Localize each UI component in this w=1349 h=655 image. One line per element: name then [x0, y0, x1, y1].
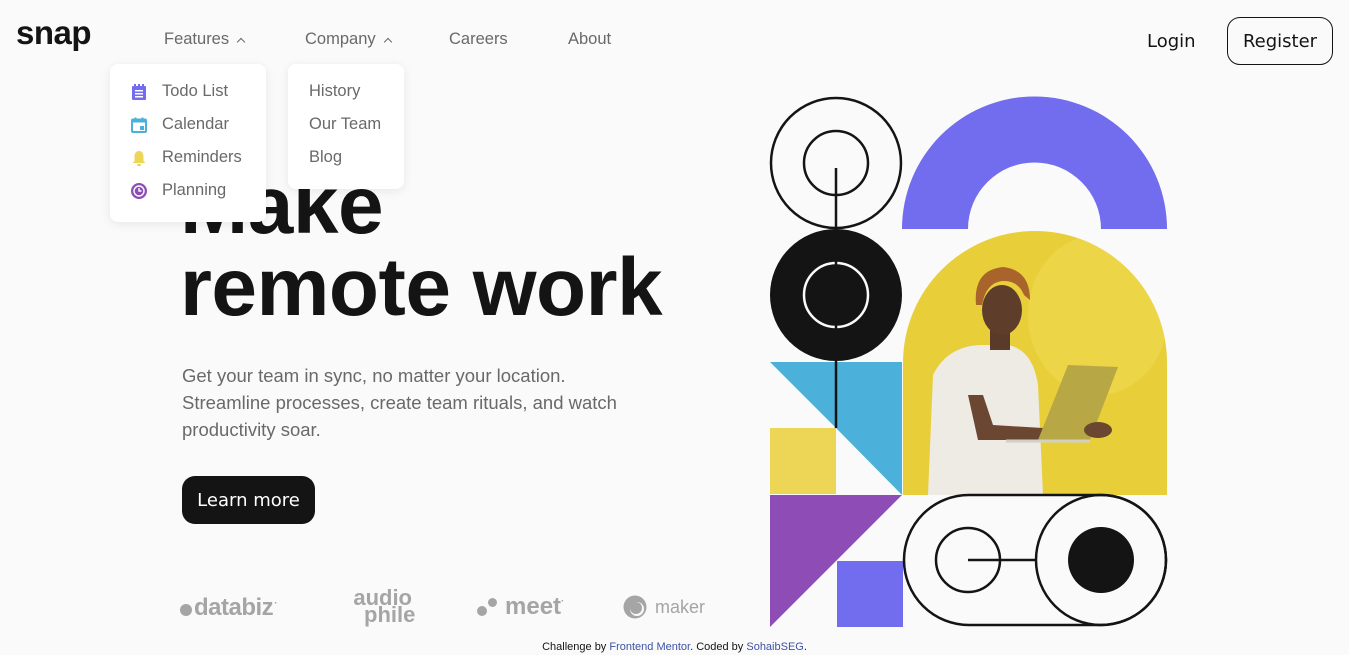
nav-features-label: Features: [164, 30, 230, 48]
client-logo-meet: meet ·: [477, 593, 564, 621]
nav-company-label: Company: [305, 30, 376, 48]
person-photo: [903, 231, 1167, 495]
menu-item-our-team[interactable]: Our Team: [309, 115, 381, 134]
attribution: Challenge by Frontend Mentor. Coded by S…: [542, 641, 807, 653]
chevron-up-icon: [236, 37, 246, 47]
meet-dots-icon: [477, 596, 499, 618]
hero-illustration: [769, 96, 1168, 627]
login-link[interactable]: Login: [1147, 31, 1196, 52]
features-dropdown: Todo List Calendar Reminders Planning: [110, 64, 266, 222]
register-button[interactable]: Register: [1227, 17, 1333, 65]
hero-title-line-2: remote work: [180, 242, 663, 333]
black-dot: [1068, 527, 1134, 593]
menu-item-label: Reminders: [162, 148, 242, 166]
maker-icon: [623, 595, 647, 619]
menu-item-label: Calendar: [162, 115, 229, 133]
client-logos: databiz · audio phile meet · maker: [180, 585, 720, 628]
learn-more-button[interactable]: Learn more: [182, 476, 315, 524]
purple-arch: [902, 96, 1167, 230]
purple-square: [837, 561, 903, 627]
menu-item-label: Planning: [162, 181, 227, 199]
menu-item-planning[interactable]: Planning: [130, 181, 226, 200]
blue-triangle-left: [770, 362, 836, 428]
logo[interactable]: snap: [16, 14, 92, 52]
author-link[interactable]: SohaibSEG: [746, 641, 803, 653]
clock-icon: [130, 182, 148, 200]
company-dropdown: History Our Team Blog: [288, 64, 404, 189]
blue-shape-right: [836, 362, 902, 495]
menu-item-calendar[interactable]: Calendar: [130, 115, 229, 134]
menu-item-reminders[interactable]: Reminders: [130, 148, 242, 167]
nav-careers-label: Careers: [449, 30, 508, 48]
client-logo-maker: maker: [623, 595, 705, 619]
todo-icon: [130, 83, 148, 101]
yellow-square: [770, 428, 836, 494]
hero-description: Get your team in sync, no matter your lo…: [182, 365, 617, 440]
nav-features[interactable]: Features: [164, 30, 246, 49]
calendar-icon: [130, 116, 148, 134]
client-logo-audiophile: audio phile: [353, 585, 416, 627]
nav-about[interactable]: About: [568, 30, 611, 49]
nav-careers[interactable]: Careers: [449, 30, 508, 49]
chevron-up-icon: [383, 37, 392, 47]
bell-icon: [130, 149, 148, 167]
databiz-dot-icon: [180, 604, 192, 616]
nav-company[interactable]: Company: [305, 30, 392, 49]
nav-about-label: About: [568, 30, 612, 48]
menu-item-todo-list[interactable]: Todo List: [130, 82, 228, 101]
client-logo-databiz: databiz ·: [180, 594, 278, 622]
menu-item-blog[interactable]: Blog: [309, 148, 342, 167]
menu-item-history[interactable]: History: [309, 82, 360, 101]
menu-item-label: Todo List: [162, 82, 229, 100]
frontend-mentor-link[interactable]: Frontend Mentor: [609, 641, 690, 653]
